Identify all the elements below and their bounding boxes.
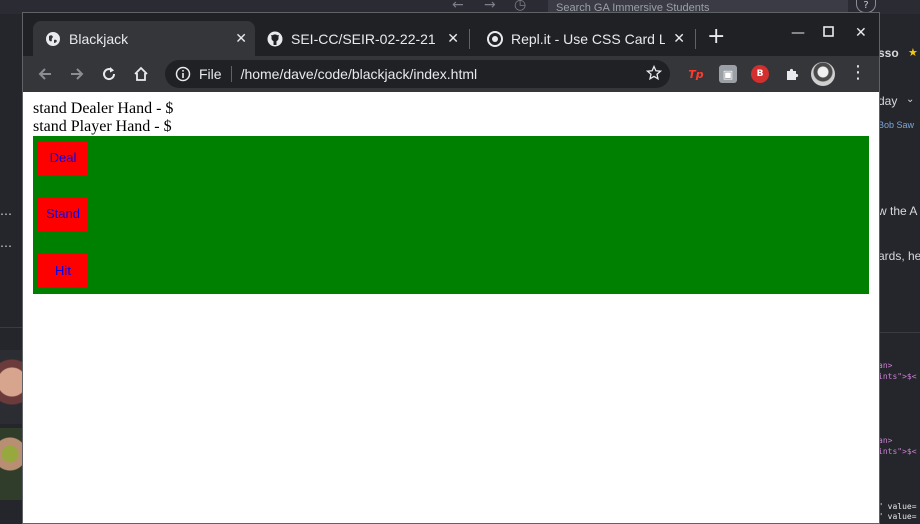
background-code-line: ints">$< bbox=[878, 372, 917, 381]
background-avatar-image bbox=[0, 428, 22, 500]
menu-kebab-icon[interactable]: ⋮ bbox=[849, 63, 867, 83]
extension-grey-icon[interactable]: ▣ bbox=[719, 65, 737, 83]
omnibox-divider bbox=[230, 66, 232, 82]
tab-title: SEI-CC/SEIR-02-22-21 bbox=[291, 30, 436, 47]
address-bar[interactable]: File /home/dave/code/blackjack/index.htm… bbox=[165, 60, 670, 88]
tab-separator bbox=[695, 29, 696, 49]
tab-separator bbox=[469, 29, 470, 49]
globe-icon bbox=[45, 31, 61, 47]
new-tab-button[interactable]: + bbox=[707, 26, 725, 48]
background-right-text: sso bbox=[878, 46, 899, 60]
forward-button[interactable] bbox=[65, 62, 89, 86]
tab-replit[interactable]: Repl.it - Use CSS Card Li ✕ bbox=[475, 21, 693, 56]
home-button[interactable] bbox=[129, 62, 153, 86]
maximize-button[interactable] bbox=[823, 25, 834, 41]
background-divider bbox=[878, 332, 920, 333]
background-right-text: day bbox=[878, 94, 898, 108]
background-avatar-image bbox=[0, 350, 22, 424]
extension-tp-icon[interactable]: Tp bbox=[687, 65, 705, 83]
extensions-puzzle-icon[interactable] bbox=[783, 65, 801, 83]
tab-title: Blackjack bbox=[69, 30, 129, 47]
dealer-hand-text: stand Dealer Hand - $ bbox=[33, 100, 174, 117]
maximize-icon bbox=[823, 26, 834, 37]
browser-window: Blackjack ✕ SEI-CC/SEIR-02-22-21 ✕ Repl.… bbox=[22, 12, 880, 524]
stand-button[interactable]: Stand bbox=[38, 197, 88, 231]
url-text[interactable]: /home/dave/code/blackjack/index.html bbox=[241, 66, 478, 82]
close-tab-icon[interactable]: ✕ bbox=[673, 30, 685, 47]
bookmark-star-icon[interactable] bbox=[645, 64, 663, 84]
hit-button[interactable]: Hit bbox=[38, 254, 88, 288]
background-code-line: an> bbox=[878, 361, 893, 370]
profile-avatar[interactable] bbox=[811, 62, 835, 86]
home-icon bbox=[134, 66, 148, 81]
background-right-text: Bob Saw bbox=[878, 120, 915, 130]
minimize-button[interactable]: — bbox=[791, 25, 805, 41]
url-scheme-label: File bbox=[199, 66, 222, 82]
deal-button[interactable]: Deal bbox=[38, 141, 88, 175]
close-window-button[interactable]: ✕ bbox=[855, 25, 867, 41]
background-divider bbox=[0, 327, 22, 328]
background-code-line: " value= bbox=[878, 502, 917, 511]
background-code-line: ints">$< bbox=[878, 447, 917, 456]
game-table: Deal Stand Hit bbox=[33, 136, 869, 294]
reload-icon bbox=[103, 67, 116, 81]
background-left-text: … bbox=[0, 204, 12, 218]
tab-title: Repl.it - Use CSS Card Li bbox=[511, 30, 665, 47]
info-icon[interactable] bbox=[175, 66, 191, 82]
background-right-text: ards, he bbox=[878, 249, 920, 263]
close-tab-icon[interactable]: ✕ bbox=[447, 30, 459, 47]
extension-b-icon[interactable]: B bbox=[751, 65, 769, 83]
back-arrow-icon bbox=[38, 68, 51, 80]
github-icon bbox=[267, 31, 283, 47]
tab-github[interactable]: SEI-CC/SEIR-02-22-21 ✕ bbox=[255, 21, 467, 56]
close-tab-icon[interactable]: ✕ bbox=[235, 30, 247, 47]
browser-toolbar: File /home/dave/code/blackjack/index.htm… bbox=[23, 56, 879, 92]
tab-blackjack[interactable]: Blackjack ✕ bbox=[33, 21, 255, 56]
background-star-icon: ★ bbox=[908, 46, 918, 59]
background-code-line: an> bbox=[878, 436, 893, 445]
replit-icon bbox=[487, 30, 503, 47]
player-hand-text: stand Player Hand - $ bbox=[33, 118, 172, 135]
back-button[interactable] bbox=[33, 62, 57, 86]
reload-button[interactable] bbox=[97, 62, 121, 86]
background-right-text: w the A bbox=[878, 204, 918, 218]
background-chevron-down-icon: ⌄ bbox=[906, 94, 915, 105]
page-viewport: stand Dealer Hand - $ stand Player Hand … bbox=[23, 92, 879, 523]
background-code-line: " value= bbox=[878, 512, 917, 521]
background-right-panel: sso ★ day ⌄ Bob Saw w the A ards, he an>… bbox=[878, 14, 920, 524]
background-left-text: … bbox=[0, 236, 12, 250]
forward-arrow-icon bbox=[71, 68, 84, 80]
tab-strip: Blackjack ✕ SEI-CC/SEIR-02-22-21 ✕ Repl.… bbox=[23, 13, 879, 56]
